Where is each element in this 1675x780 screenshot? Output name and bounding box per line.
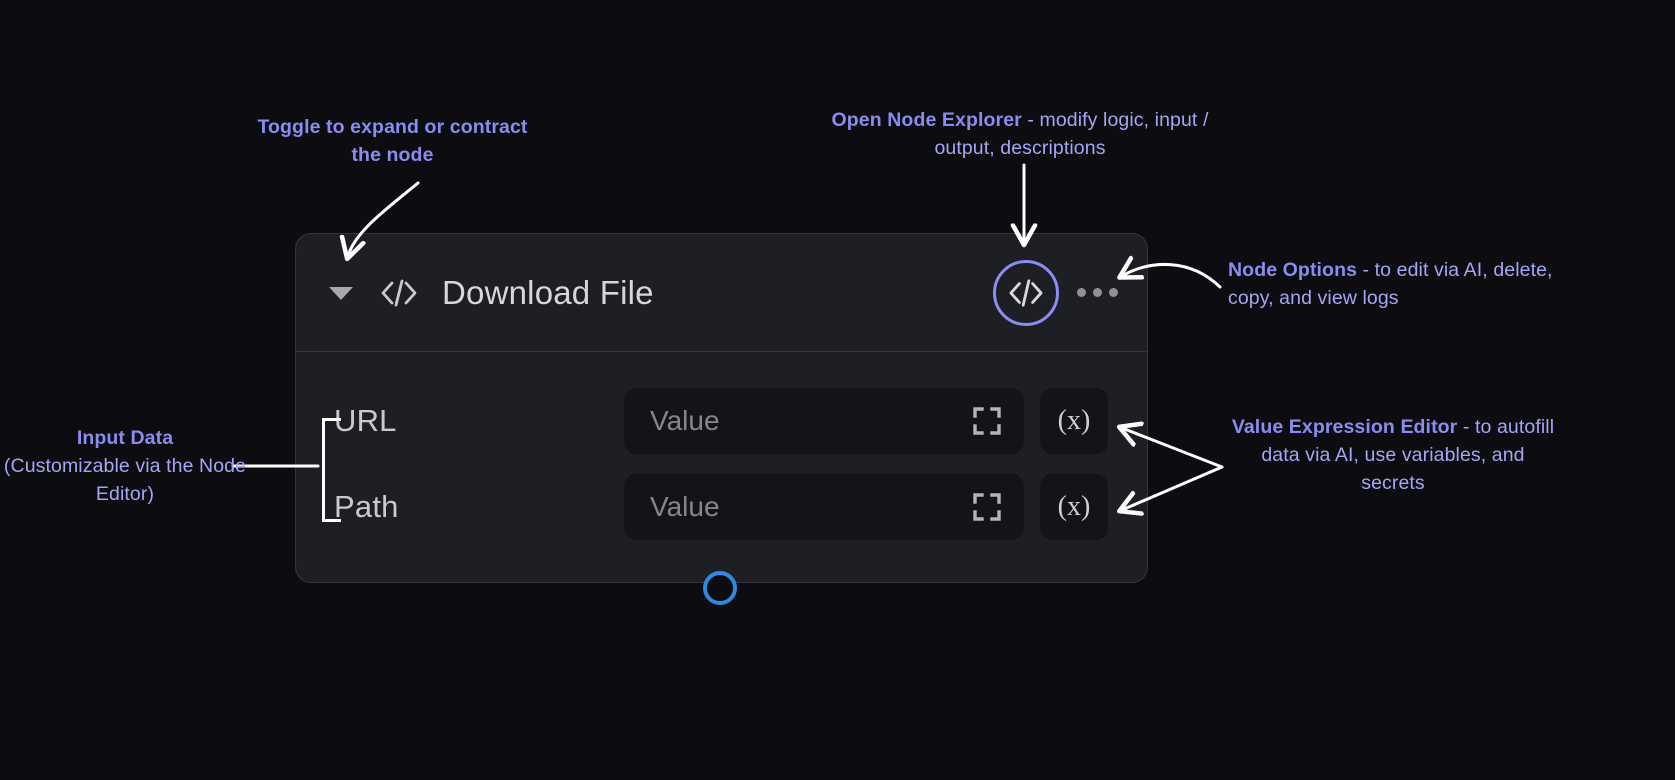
annotation-input-rest: (Customizable via the Node Editor)	[4, 455, 246, 505]
field-label-path: Path	[334, 489, 624, 525]
input-row-url: URL Value (x)	[296, 378, 1147, 464]
fx-label: (x)	[1058, 491, 1091, 523]
annotation-input-bold: Input Data	[77, 427, 173, 449]
annotation-toggle-text: Toggle to expand or contract the node	[257, 116, 527, 166]
value-input-url[interactable]: Value	[624, 388, 1024, 454]
node-title: Download File	[442, 274, 654, 312]
expand-fullscreen-icon[interactable]	[970, 404, 1004, 438]
annotation-node-options: Node Options - to edit via AI, delete, c…	[1228, 256, 1558, 312]
annotation-toggle: Toggle to expand or contract the node	[255, 113, 530, 169]
value-placeholder: Value	[650, 405, 970, 437]
workflow-node-card[interactable]: Download File URL	[295, 233, 1148, 583]
value-expression-editor-button-path[interactable]: (x)	[1040, 474, 1108, 540]
code-brackets-icon	[1007, 277, 1045, 309]
code-brackets-icon	[378, 272, 420, 314]
input-group-bracket	[322, 418, 341, 522]
annotation-expr-bold: Value Expression Editor	[1232, 416, 1458, 438]
annotation-value-expression-editor: Value Expression Editor - to autofill da…	[1228, 413, 1558, 497]
expand-fullscreen-icon[interactable]	[970, 490, 1004, 524]
annotation-options-bold: Node Options	[1228, 259, 1357, 281]
chevron-down-icon[interactable]	[326, 278, 356, 308]
annotation-explorer-bold: Open Node Explorer	[832, 109, 1022, 131]
output-port-circle[interactable]	[703, 571, 737, 605]
input-row-path: Path Value (x)	[296, 464, 1147, 550]
node-options-button[interactable]	[1069, 265, 1125, 321]
fx-label: (x)	[1058, 405, 1091, 437]
ellipsis-icon	[1077, 288, 1086, 297]
value-expression-editor-button-url[interactable]: (x)	[1040, 388, 1108, 454]
annotation-open-node-explorer: Open Node Explorer - modify logic, input…	[800, 106, 1240, 162]
node-header: Download File	[296, 234, 1147, 352]
open-node-explorer-button[interactable]	[993, 260, 1059, 326]
value-input-path[interactable]: Value	[624, 474, 1024, 540]
value-placeholder: Value	[650, 491, 970, 523]
node-header-actions	[993, 260, 1125, 326]
canvas: Download File URL	[0, 0, 1675, 780]
ellipsis-icon	[1109, 288, 1118, 297]
annotation-input-data: Input Data (Customizable via the Node Ed…	[0, 424, 250, 508]
field-label-url: URL	[334, 403, 624, 439]
ellipsis-icon	[1093, 288, 1102, 297]
node-body: URL Value (x)	[296, 352, 1147, 550]
